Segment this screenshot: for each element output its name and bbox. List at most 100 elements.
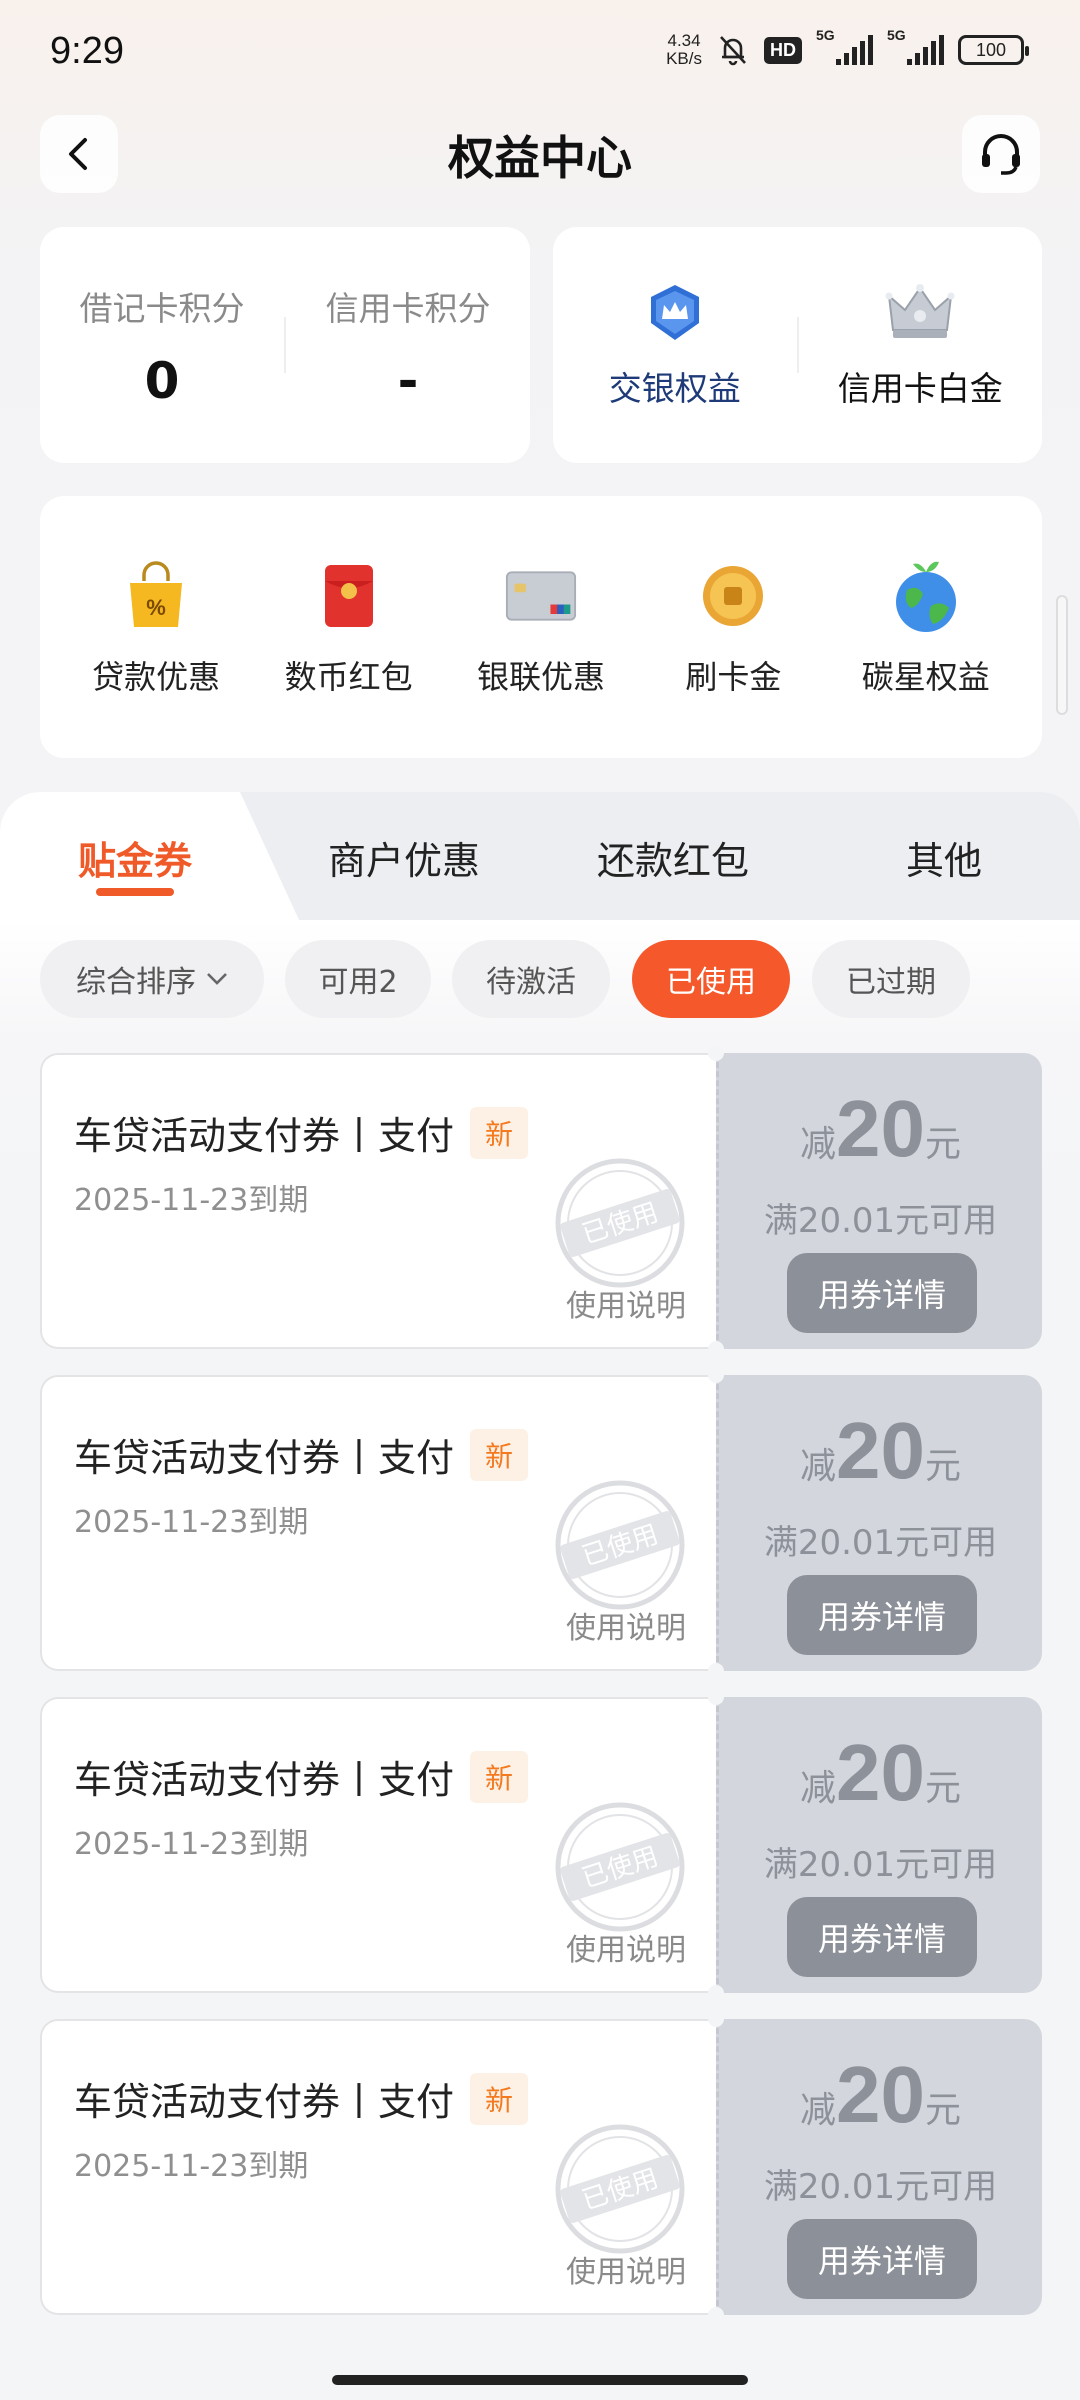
coupon-card[interactable]: 车贷活动支付券丨支付 新 2025-11-23到期 已使用 使用说明 减20元 (40, 2011, 1042, 2323)
used-stamp-icon: 已使用 (555, 1480, 685, 1610)
coupon-condition: 满20.01元可用 (763, 2167, 998, 2207)
usage-instructions-link[interactable]: 使用说明 (566, 1603, 686, 1647)
earth-icon (890, 560, 962, 632)
coupon-detail-button[interactable]: 用券详情 (787, 2219, 977, 2299)
service-unionpay-discount[interactable]: 银联优惠 (451, 496, 631, 758)
coupon-amount: 减20元 (719, 1405, 1042, 1497)
coupon-value-panel: 减20元 满20.01元可用 用券详情 (716, 1697, 1042, 1993)
coupon-detail-button[interactable]: 用券详情 (787, 1253, 977, 1333)
signal-5g-icon: 5G (816, 27, 873, 65)
amount-prefix: 减 (799, 1768, 836, 1809)
coupon-info: 车贷活动支付券丨支付 新 2025-11-23到期 已使用 使用说明 (40, 1375, 716, 1671)
signal-label: 5G (816, 27, 835, 43)
used-stamp-icon: 已使用 (555, 1802, 685, 1932)
coupon-expiry: 2025-11-23到期 (74, 1183, 309, 1218)
coupon-expiry: 2025-11-23到期 (74, 2149, 309, 2184)
filter-expired[interactable]: 已过期 (812, 940, 970, 1018)
coupon-amount: 减20元 (719, 1083, 1042, 1175)
tab-merchant-offers[interactable]: 商户优惠 (328, 830, 480, 885)
network-speed-unit: KB/s (666, 49, 702, 68)
coupon-title: 车贷活动支付券丨支付 (74, 1436, 455, 1480)
coupon-card[interactable]: 车贷活动支付券丨支付 新 2025-11-23到期 已使用 使用说明 减20元 (40, 1045, 1042, 1357)
status-icons: 4.34 KB/s HD 5G 5G 100 (666, 27, 1029, 68)
coupon-detail-button[interactable]: 用券详情 (787, 1575, 977, 1655)
home-indicator[interactable] (332, 2375, 748, 2385)
coupon-value-panel: 减20元 满20.01元可用 用券详情 (716, 1053, 1042, 1349)
service-digital-red-envelope[interactable]: 数币红包 (259, 496, 439, 758)
coupon-amount: 减20元 (719, 2049, 1042, 2141)
bocom-rights[interactable]: 交银权益 (553, 227, 797, 463)
shopping-bag-icon: % (120, 560, 192, 632)
tab-other[interactable]: 其他 (906, 830, 982, 885)
amount-unit: 元 (924, 1446, 961, 1487)
gold-coin-icon (697, 560, 769, 632)
chevron-down-icon (207, 973, 227, 985)
service-grid: % 贷款优惠 数币红包 银联优惠 刷卡金 碳星权益 (40, 496, 1042, 758)
filter-available[interactable]: 可用2 (285, 940, 431, 1018)
service-label: 贷款优惠 (92, 658, 221, 696)
credit-points-label: 信用卡积分 (325, 289, 491, 328)
amount-unit: 元 (924, 1124, 961, 1165)
coupon-title: 车贷活动支付券丨支付 (74, 1758, 455, 1802)
coupon-expiry: 2025-11-23到期 (74, 1505, 309, 1540)
rights-card: 交银权益 信用卡白金 (553, 227, 1042, 463)
svg-text:%: % (146, 595, 166, 620)
new-badge: 新 (470, 2073, 528, 2125)
filter-used[interactable]: 已使用 (632, 940, 790, 1018)
coupon-condition: 满20.01元可用 (763, 1201, 998, 1241)
red-envelope-icon (313, 560, 385, 632)
amount-prefix: 减 (799, 2090, 836, 2131)
amount-prefix: 减 (799, 1124, 836, 1165)
amount-value: 20 (836, 1084, 925, 1173)
new-badge: 新 (470, 1751, 528, 1803)
service-label: 银联优惠 (476, 658, 605, 696)
amount-unit: 元 (924, 2090, 961, 2131)
hd-icon: HD (764, 36, 802, 64)
credit-points-value: - (397, 352, 419, 410)
coupon-card[interactable]: 车贷活动支付券丨支付 新 2025-11-23到期 已使用 使用说明 减20元 (40, 1689, 1042, 2001)
status-time: 9:29 (50, 30, 124, 72)
usage-instructions-link[interactable]: 使用说明 (566, 1281, 686, 1325)
used-stamp-icon: 已使用 (555, 2124, 685, 2254)
tab-gold-coupon[interactable]: 贴金券 (78, 830, 192, 885)
service-carbon-star[interactable]: 碳星权益 (836, 496, 1016, 758)
debit-points-label: 借记卡积分 (79, 289, 245, 328)
coupon-info: 车贷活动支付券丨支付 新 2025-11-23到期 已使用 使用说明 (40, 1053, 716, 1349)
coupon-value-panel: 减20元 满20.01元可用 用券详情 (716, 1375, 1042, 1671)
filter-sort-dropdown[interactable]: 综合排序 (40, 940, 264, 1018)
amount-value: 20 (836, 1406, 925, 1495)
points-card: 借记卡积分 0 信用卡积分 - (40, 227, 530, 463)
coupon-card[interactable]: 车贷活动支付券丨支付 新 2025-11-23到期 已使用 使用说明 减20元 (40, 1367, 1042, 1679)
credit-points[interactable]: 信用卡积分 - (286, 227, 530, 463)
amount-value: 20 (836, 1728, 925, 1817)
headset-icon (982, 134, 1020, 175)
service-card-cashback[interactable]: 刷卡金 (643, 496, 823, 758)
credit-platinum[interactable]: 信用卡白金 (799, 227, 1043, 463)
amount-unit: 元 (924, 1768, 961, 1809)
coupon-value-panel: 减20元 满20.01元可用 用券详情 (716, 2019, 1042, 2315)
coupon-info: 车贷活动支付券丨支付 新 2025-11-23到期 已使用 使用说明 (40, 1697, 716, 1993)
signal-5g-icon: 5G (887, 27, 944, 65)
service-label: 碳星权益 (861, 658, 990, 696)
customer-service-button[interactable] (962, 115, 1040, 193)
new-badge: 新 (470, 1107, 528, 1159)
signal-label: 5G (887, 27, 906, 43)
filter-label: 综合排序 (76, 965, 196, 1000)
silver-crown-icon (885, 284, 955, 338)
coupon-info: 车贷活动支付券丨支付 新 2025-11-23到期 已使用 使用说明 (40, 2019, 716, 2315)
tab-repayment-red-packet[interactable]: 还款红包 (597, 830, 749, 885)
service-loan-discount[interactable]: % 贷款优惠 (66, 496, 246, 758)
bocom-rights-label: 交银权益 (608, 369, 741, 408)
usage-instructions-link[interactable]: 使用说明 (566, 2247, 686, 2291)
unionpay-card-icon (505, 560, 577, 632)
credit-platinum-label: 信用卡白金 (837, 369, 1003, 408)
scrollbar[interactable] (1056, 595, 1068, 715)
coupon-condition: 满20.01元可用 (763, 1523, 998, 1563)
coupon-detail-button[interactable]: 用券详情 (787, 1897, 977, 1977)
used-stamp-icon: 已使用 (555, 1158, 685, 1288)
usage-instructions-link[interactable]: 使用说明 (566, 1925, 686, 1969)
amount-value: 20 (836, 2050, 925, 2139)
debit-points[interactable]: 借记卡积分 0 (40, 227, 284, 463)
filter-pending-activation[interactable]: 待激活 (452, 940, 610, 1018)
coupon-tabs: 贴金券 商户优惠 还款红包 其他 (0, 792, 1080, 922)
